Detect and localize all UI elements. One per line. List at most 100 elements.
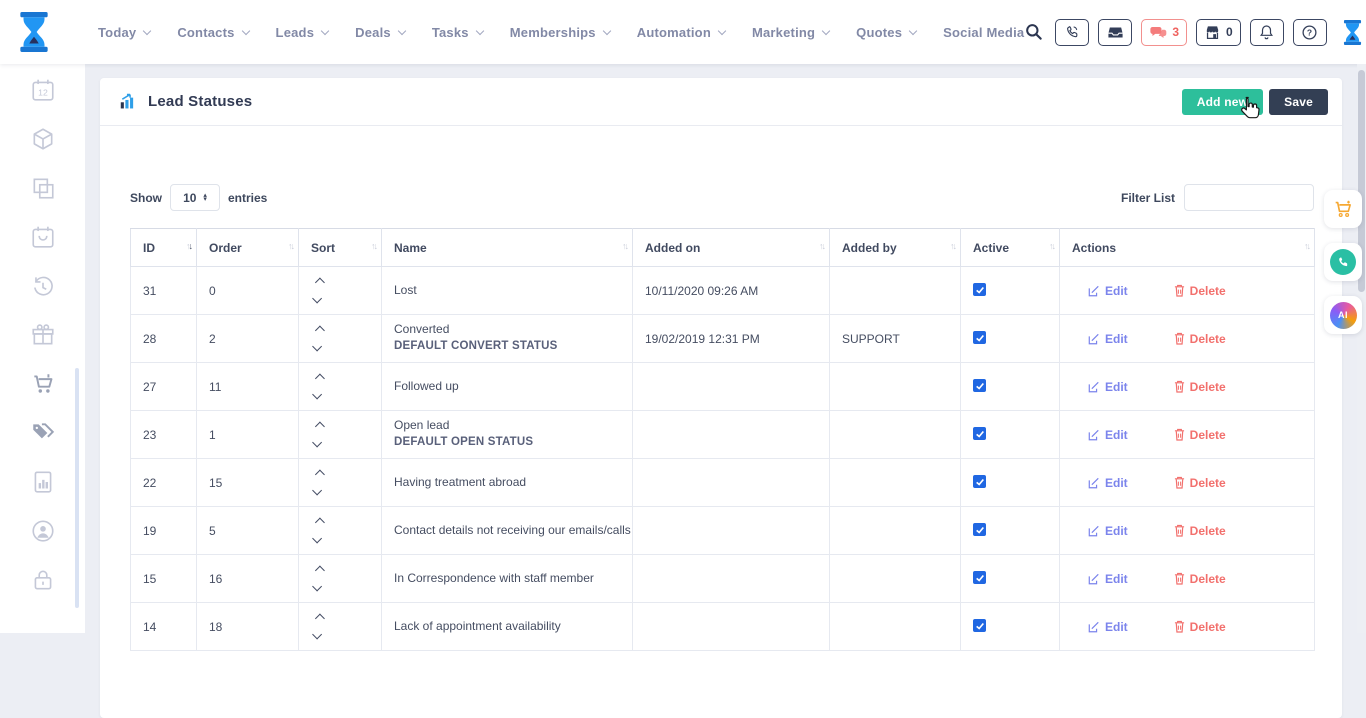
nav-item[interactable]: Memberships <box>510 25 610 40</box>
delete-link[interactable]: Delete <box>1174 620 1226 634</box>
lead-statuses-table: ID↑↓ Order↑↓ Sort↑↓ Name↑↓ Added on↑↓ Ad… <box>130 228 1315 651</box>
delete-link[interactable]: Delete <box>1174 380 1226 394</box>
column-header-order[interactable]: Order↑↓ <box>197 229 299 267</box>
sidebar-item-packages[interactable] <box>23 121 63 157</box>
nav-item[interactable]: Quotes <box>856 25 916 40</box>
sidebar-item-security[interactable] <box>23 562 63 598</box>
filter-list-input[interactable] <box>1184 184 1314 211</box>
move-up-icon[interactable] <box>314 422 324 432</box>
floating-ai-button[interactable]: AI <box>1324 296 1362 334</box>
phone-button[interactable] <box>1055 19 1089 46</box>
active-checkbox[interactable] <box>973 523 986 536</box>
active-checkbox[interactable] <box>973 619 986 632</box>
help-button[interactable]: ? <box>1293 19 1327 46</box>
notifications-button[interactable] <box>1250 19 1284 46</box>
add-new-button[interactable]: Add new <box>1182 89 1263 115</box>
nav-item[interactable]: Social Media <box>943 25 1024 40</box>
active-checkbox[interactable] <box>973 283 986 296</box>
delete-link[interactable]: Delete <box>1174 476 1226 490</box>
sidebar-item-duplicates[interactable] <box>23 170 63 206</box>
edit-link[interactable]: Edit <box>1088 380 1128 394</box>
nav-item[interactable]: Deals <box>355 25 405 40</box>
sidebar-item-account[interactable] <box>23 513 63 549</box>
nav-item[interactable]: Today <box>98 25 150 40</box>
trash-icon <box>1174 572 1185 585</box>
nav-item[interactable]: Contacts <box>177 25 248 40</box>
sidebar-item-tags[interactable] <box>23 415 63 451</box>
column-header-actions[interactable]: Actions↑↓ <box>1060 229 1315 267</box>
store-button[interactable]: 0 <box>1196 19 1241 46</box>
move-down-icon[interactable] <box>312 486 322 496</box>
select-arrows-icon: ▴▾ <box>203 194 207 202</box>
sidebar-item-gifts[interactable] <box>23 317 63 353</box>
window-scrollbar[interactable] <box>1357 64 1366 633</box>
table-row: 28 2 Converted DEFAULT CONVERT STATUS 19… <box>131 315 1315 363</box>
edit-link[interactable]: Edit <box>1088 572 1128 586</box>
active-checkbox[interactable] <box>973 571 986 584</box>
column-header-id[interactable]: ID↑↓ <box>131 229 197 267</box>
move-up-icon[interactable] <box>314 566 324 576</box>
sort-arrows-icon: ↑↓ <box>371 241 376 251</box>
delete-link[interactable]: Delete <box>1174 572 1226 586</box>
move-up-icon[interactable] <box>314 470 324 480</box>
column-header-added-on[interactable]: Added on↑↓ <box>633 229 830 267</box>
nav-item[interactable]: Marketing <box>752 25 829 40</box>
question-icon: ? <box>1301 24 1318 41</box>
edit-link[interactable]: Edit <box>1088 620 1128 634</box>
move-up-icon[interactable] <box>314 614 324 624</box>
move-down-icon[interactable] <box>312 390 322 400</box>
active-checkbox[interactable] <box>973 427 986 440</box>
top-bar: Today Contacts Leads Deals Tasks Memberships A… <box>0 0 1366 64</box>
move-up-icon[interactable] <box>314 326 324 336</box>
move-down-icon[interactable] <box>312 582 322 592</box>
nav-item[interactable]: Automation <box>637 25 725 40</box>
column-header-sort[interactable]: Sort↑↓ <box>299 229 382 267</box>
move-up-icon[interactable] <box>314 518 324 528</box>
entries-select[interactable]: 10 ▴▾ <box>170 184 220 211</box>
move-up-icon[interactable] <box>314 374 324 384</box>
search-icon[interactable] <box>1024 22 1044 42</box>
delete-link[interactable]: Delete <box>1174 428 1226 442</box>
sidebar-scrollbar[interactable] <box>75 368 79 608</box>
nav-item[interactable]: Tasks <box>432 25 483 40</box>
move-down-icon[interactable] <box>312 630 322 640</box>
row-order: 15 <box>209 476 222 490</box>
floating-phone-button[interactable] <box>1324 243 1362 281</box>
move-down-icon[interactable] <box>312 294 322 304</box>
edit-link[interactable]: Edit <box>1088 332 1128 346</box>
sidebar-item-bookings[interactable] <box>23 219 63 255</box>
delete-link[interactable]: Delete <box>1174 332 1226 346</box>
nav-item[interactable]: Leads <box>276 25 329 40</box>
move-up-icon[interactable] <box>314 278 324 288</box>
sidebar-item-history[interactable] <box>23 268 63 304</box>
clinicsoftware-brand[interactable]: ClinicSoftware .com TEN STEPS AHEAD <box>1342 19 1366 46</box>
column-header-name[interactable]: Name↑↓ <box>382 229 633 267</box>
edit-link[interactable]: Edit <box>1088 524 1128 538</box>
edit-link[interactable]: Edit <box>1088 284 1128 298</box>
sidebar-item-reports[interactable] <box>23 464 63 500</box>
save-button[interactable]: Save <box>1269 89 1328 115</box>
delete-link[interactable]: Delete <box>1174 524 1226 538</box>
column-header-active[interactable]: Active↑↓ <box>961 229 1060 267</box>
move-down-icon[interactable] <box>312 438 322 448</box>
user-circle-icon <box>30 518 56 544</box>
edit-icon <box>1088 477 1100 489</box>
sidebar-item-calendar[interactable]: 12 <box>23 72 63 108</box>
edit-link[interactable]: Edit <box>1088 428 1128 442</box>
active-checkbox[interactable] <box>973 475 986 488</box>
sidebar-item-shop[interactable] <box>23 366 63 402</box>
column-header-added-by[interactable]: Added by↑↓ <box>830 229 961 267</box>
active-checkbox[interactable] <box>973 331 986 344</box>
active-checkbox[interactable] <box>973 379 986 392</box>
chat-button[interactable]: 3 <box>1141 19 1187 46</box>
chevron-down-icon <box>241 26 249 34</box>
move-down-icon[interactable] <box>312 534 322 544</box>
clinicsoftware-logo-icon[interactable] <box>16 11 52 53</box>
move-down-icon[interactable] <box>312 342 322 352</box>
delete-link[interactable]: Delete <box>1174 284 1226 298</box>
inbox-button[interactable] <box>1098 19 1132 46</box>
main-nav: Today Contacts Leads Deals Tasks Memberships A… <box>98 25 1024 40</box>
floating-cart-button[interactable] <box>1324 190 1362 228</box>
edit-link[interactable]: Edit <box>1088 476 1128 490</box>
row-order: 1 <box>209 428 216 442</box>
